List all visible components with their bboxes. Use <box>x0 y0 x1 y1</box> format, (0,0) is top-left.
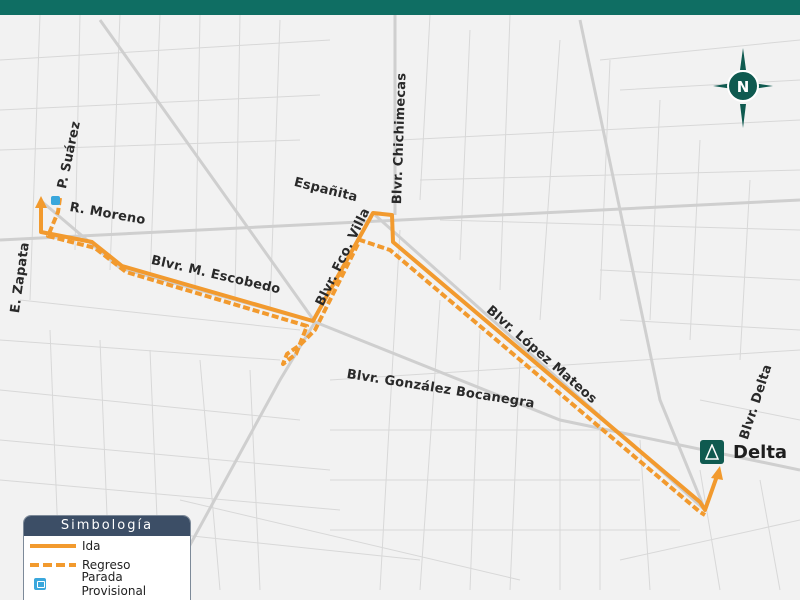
legend: Simbología Ida Regreso Parada Provisiona… <box>23 515 191 600</box>
delta-symbol-icon <box>700 440 724 464</box>
legend-item-parada: Parada Provisional <box>24 570 190 598</box>
bus-stop-icon[interactable] <box>51 196 60 205</box>
route-end-arrow <box>711 466 723 480</box>
dashed-line-icon <box>30 559 78 571</box>
route-regreso <box>46 197 707 517</box>
north-compass-icon: N <box>713 48 773 128</box>
legend-label-ida: Ida <box>82 538 101 553</box>
compass-label: N <box>737 78 750 96</box>
destination-label: Delta <box>733 441 788 463</box>
route-start-arrow <box>35 196 47 208</box>
legend-item-ida: Ida <box>24 536 190 555</box>
solid-line-icon <box>30 540 78 552</box>
legend-title: Simbología <box>24 516 190 536</box>
route-map[interactable]: P. Suárez R. Moreno E. Zapata Blvr. M. E… <box>0 0 800 600</box>
legend-label-parada: Parada Provisional <box>81 569 147 598</box>
bus-stop-legend-icon <box>30 577 77 590</box>
destination-marker[interactable]: Delta <box>700 440 787 464</box>
